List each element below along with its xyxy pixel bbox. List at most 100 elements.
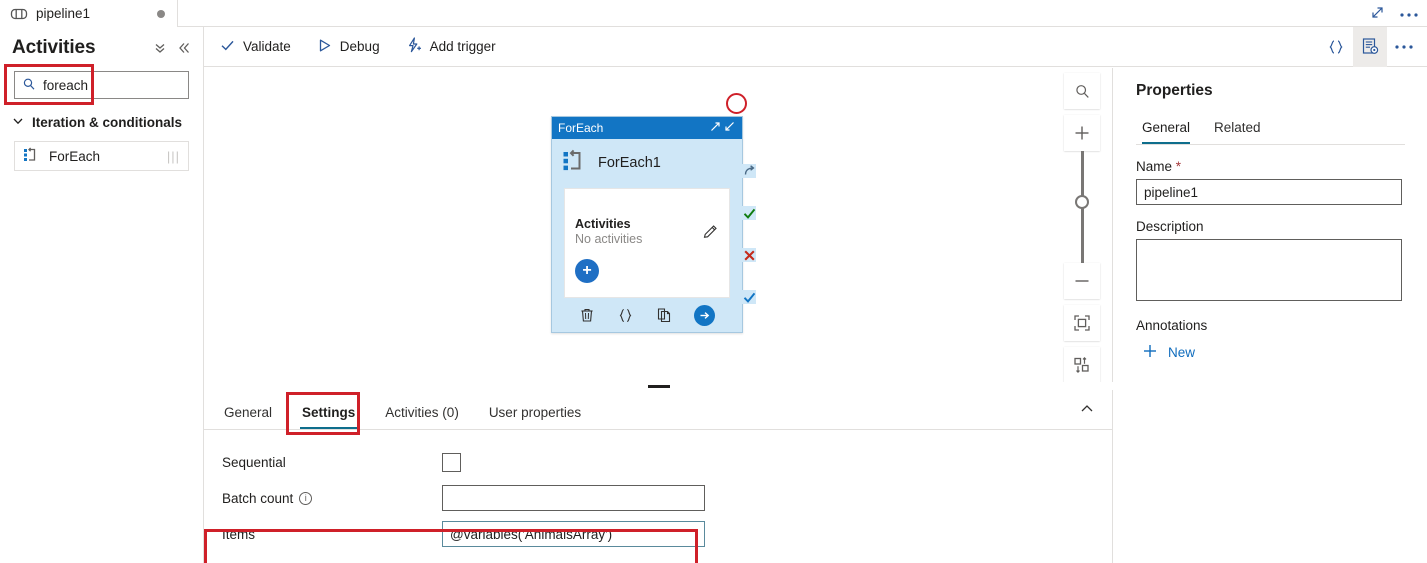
activity-properties-panel: General Settings Activities (0) User pro… <box>204 390 1113 563</box>
batch-count-label: Batch count i <box>222 491 442 506</box>
canvas-node-foreach1[interactable]: ForEach ForEach1 Activities No activitie… <box>551 116 743 333</box>
field-name: Name * <box>1136 159 1405 205</box>
add-annotation-label: New <box>1168 345 1196 360</box>
search-input[interactable] <box>43 77 181 93</box>
collapse-pane-icon[interactable] <box>177 41 191 55</box>
tab-user-properties[interactable]: User properties <box>487 405 583 429</box>
add-activity-button[interactable]: + <box>575 259 599 283</box>
field-description: Description <box>1136 219 1405 304</box>
code-braces-icon[interactable] <box>1319 27 1353 67</box>
foreach-activity-icon <box>23 147 39 166</box>
properties-title: Properties <box>1136 82 1213 99</box>
activity-label: ForEach <box>49 148 101 164</box>
auto-align-icon[interactable] <box>1064 347 1100 383</box>
settings-form: Sequential Batch count i Items <box>204 430 1112 563</box>
dependency-success[interactable] <box>742 206 756 220</box>
run-arrow-icon[interactable] <box>694 304 715 326</box>
collapse-arrow-icon[interactable] <box>723 120 736 136</box>
name-label-text: Name <box>1136 159 1173 174</box>
lightning-plus-icon <box>406 37 422 56</box>
items-label: Items <box>222 526 256 542</box>
properties-tab-general[interactable]: General <box>1142 120 1191 144</box>
sidebar-title: Activities <box>12 37 96 58</box>
properties-panel-icon[interactable] <box>1353 26 1387 67</box>
panel-tabs: General Settings Activities (0) User pro… <box>204 390 1112 435</box>
sequential-label: Sequential <box>222 454 286 470</box>
node-footer-actions <box>552 298 742 332</box>
maximize-icon[interactable] <box>1370 5 1385 23</box>
dependency-failure[interactable] <box>742 248 756 262</box>
properties-tab-related[interactable]: Related <box>1214 120 1261 144</box>
validate-label: Validate <box>243 39 291 54</box>
debug-button[interactable]: Debug <box>307 32 390 62</box>
pipeline-description-input[interactable] <box>1136 239 1402 301</box>
debug-label: Debug <box>339 39 380 54</box>
batch-count-label-text: Batch count <box>222 490 294 506</box>
annotations-label: Annotations <box>1136 318 1208 333</box>
add-trigger-label: Add trigger <box>429 39 496 54</box>
collapse-all-icon[interactable] <box>153 41 167 55</box>
node-header: ForEach <box>552 117 742 139</box>
editor-tabstrip: pipeline1 <box>0 0 1427 27</box>
items-input[interactable] <box>442 521 705 547</box>
unsaved-dot <box>157 9 165 18</box>
tab-activities[interactable]: Activities (0) <box>383 405 461 429</box>
panel-resize-handle[interactable] <box>204 382 1113 390</box>
clone-icon[interactable] <box>656 307 672 323</box>
group-label: Iteration & conditionals <box>32 115 183 130</box>
pipeline-canvas[interactable]: ForEach ForEach1 Activities No activitie… <box>204 68 1113 388</box>
inner-activities-sublabel: No activities <box>575 232 643 246</box>
plus-icon <box>1142 343 1158 362</box>
validate-button[interactable]: Validate <box>210 32 301 62</box>
node-header-label: ForEach <box>558 121 604 135</box>
more-options-icon[interactable] <box>1399 6 1419 21</box>
more-options-icon[interactable] <box>1387 27 1427 67</box>
node-title: ForEach1 <box>598 154 661 171</box>
batch-count-input[interactable] <box>442 485 705 511</box>
dependency-completion[interactable] <box>742 290 756 304</box>
highlight-node-handle <box>726 93 747 114</box>
code-braces-icon[interactable] <box>617 307 634 324</box>
field-annotations: Annotations New <box>1136 318 1405 362</box>
add-trigger-button[interactable]: Add trigger <box>396 32 506 62</box>
zoom-slider-thumb[interactable] <box>1075 195 1089 209</box>
row-batch-count: Batch count i <box>222 480 1112 516</box>
zoom-out-icon[interactable] <box>1064 263 1100 299</box>
chevron-up-icon[interactable] <box>1080 402 1112 429</box>
pipeline-icon <box>10 7 28 21</box>
expand-arrow-icon[interactable] <box>709 120 722 136</box>
delete-icon[interactable] <box>579 307 595 323</box>
tab-pipeline1[interactable]: pipeline1 <box>0 0 178 27</box>
required-marker: * <box>1175 159 1182 174</box>
zoom-search-icon[interactable] <box>1064 73 1100 109</box>
node-inner-activities[interactable]: Activities No activities + <box>564 188 730 298</box>
activity-search-wrap <box>4 64 189 105</box>
info-icon[interactable]: i <box>299 491 313 505</box>
canvas-zoom-controls <box>1064 73 1100 388</box>
tab-label: pipeline1 <box>36 6 91 21</box>
add-annotation-button[interactable]: New <box>1136 343 1405 362</box>
group-iteration-conditionals[interactable]: Iteration & conditionals <box>12 115 203 130</box>
sequential-checkbox[interactable] <box>442 452 461 472</box>
zoom-slider[interactable] <box>1064 151 1100 263</box>
dependency-skipped[interactable] <box>742 164 756 178</box>
resize-grip <box>647 384 670 388</box>
activities-sidebar: Activities foreach Iteration & condition… <box>0 27 204 563</box>
adf-pipeline-editor: pipeline1 Activities foreach Iteration &… <box>0 0 1427 563</box>
drag-grip-icon[interactable]: ||| <box>167 149 180 164</box>
properties-tabs: General Related <box>1136 120 1405 145</box>
tab-settings[interactable]: Settings <box>300 405 358 429</box>
sidebar-activity-foreach[interactable]: ForEach ||| <box>14 141 189 171</box>
pipeline-properties-pane: Properties General Related Name * Descri… <box>1114 68 1427 563</box>
sidebar-header: Activities <box>0 27 203 65</box>
pipeline-toolbar: Validate Debug Add trigger <box>204 26 1427 67</box>
node-body: ForEach1 <box>552 139 742 176</box>
pipeline-name-input[interactable] <box>1136 179 1402 205</box>
fit-to-screen-icon[interactable] <box>1064 305 1100 341</box>
row-sequential: Sequential <box>222 444 1112 480</box>
name-label: Name * <box>1136 159 1405 174</box>
pencil-icon[interactable] <box>702 223 719 243</box>
search-box[interactable] <box>14 71 189 99</box>
zoom-in-icon[interactable] <box>1064 115 1100 151</box>
tab-general[interactable]: General <box>222 405 274 429</box>
